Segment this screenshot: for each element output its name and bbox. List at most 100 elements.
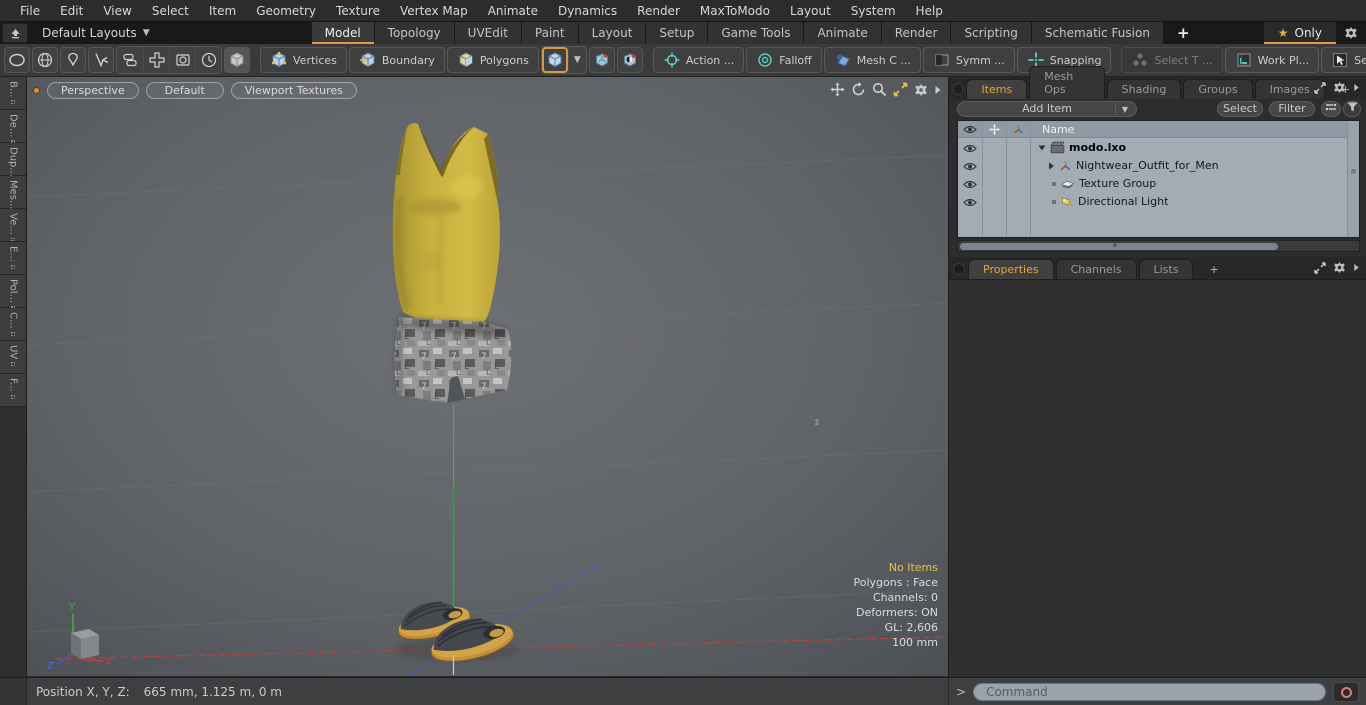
toolbox-tab-deform[interactable]: De...	[0, 110, 26, 143]
menu-texture[interactable]: Texture	[326, 4, 390, 18]
tab-setup[interactable]: Setup	[646, 22, 709, 44]
item-mode-cube-button[interactable]	[224, 47, 250, 73]
toolbox-tab-edge[interactable]: E...	[0, 242, 26, 275]
tab-game-tools[interactable]: Game Tools	[708, 22, 805, 44]
viewport-shading-button[interactable]: Default	[145, 82, 224, 99]
expand-arrow-icon[interactable]	[1048, 162, 1055, 170]
collapse-arrow-icon[interactable]	[1038, 144, 1046, 152]
gear-icon[interactable]	[1333, 261, 1346, 274]
select-through-button[interactable]: Select T ...	[1121, 47, 1223, 73]
region-tool-button[interactable]	[169, 47, 195, 73]
menu-maxtomodo[interactable]: MaxToModo	[690, 4, 780, 18]
vertices-mode-button[interactable]: Vertices	[260, 47, 347, 73]
menu-item[interactable]: Item	[199, 4, 246, 18]
tab-mesh-ops[interactable]: Mesh Ops	[1029, 66, 1105, 99]
item-mode-dropdown-button[interactable]: ▼	[567, 47, 586, 73]
pivot-mode-button[interactable]	[616, 47, 643, 73]
work-plane-button[interactable]: Work Pl...	[1224, 47, 1320, 73]
menu-system[interactable]: System	[841, 4, 906, 18]
menu-render[interactable]: Render	[627, 4, 690, 18]
tab-channels[interactable]: Channels	[1055, 259, 1137, 279]
visibility-eye-icon[interactable]	[963, 162, 977, 171]
tab-properties[interactable]: Properties	[968, 259, 1054, 279]
tab-scripting[interactable]: Scripting	[951, 22, 1032, 44]
gear-icon[interactable]	[1333, 81, 1346, 94]
item-list-horizontal-scrollbar[interactable]	[957, 240, 1360, 252]
toolbox-tab-vertex[interactable]: Ve...	[0, 209, 26, 242]
falloff-button[interactable]: Falloff	[746, 47, 822, 73]
panel-handle-icon[interactable]	[953, 83, 964, 95]
add-item-dropdown[interactable]: Add Item ▼	[957, 101, 1137, 117]
macro-record-button[interactable]	[1333, 682, 1359, 702]
menu-dynamics[interactable]: Dynamics	[548, 4, 627, 18]
orbit-icon[interactable]	[851, 82, 866, 97]
visibility-eye-icon[interactable]	[963, 180, 977, 189]
filter-funnel-button[interactable]	[1343, 101, 1361, 117]
tab-topology[interactable]: Topology	[374, 22, 455, 44]
gear-icon[interactable]	[914, 83, 928, 97]
add-panel-tab-button[interactable]: +	[1195, 260, 1232, 279]
zoom-icon[interactable]	[872, 82, 887, 97]
add-layout-tab-button[interactable]: +	[1164, 22, 1204, 44]
expand-arrow-icon[interactable]	[934, 85, 942, 95]
select-button[interactable]: Select	[1217, 101, 1263, 117]
tab-schematic-fusion[interactable]: Schematic Fusion	[1031, 22, 1164, 44]
action-center-button[interactable]: Action ...	[652, 47, 745, 73]
menu-animate[interactable]: Animate	[478, 4, 548, 18]
tab-paint[interactable]: Paint	[521, 22, 579, 44]
tab-model[interactable]: Model	[311, 22, 375, 44]
tab-render[interactable]: Render	[881, 22, 952, 44]
command-input[interactable]	[973, 683, 1326, 701]
list-options-button[interactable]	[1321, 101, 1341, 117]
boundary-mode-button[interactable]: Boundary	[348, 47, 445, 73]
menu-file[interactable]: File	[10, 4, 50, 18]
tab-items[interactable]: Items	[966, 79, 1028, 99]
layout-up-button[interactable]	[2, 23, 28, 43]
tab-shading[interactable]: Shading	[1106, 79, 1182, 99]
toolbox-tab-mesh[interactable]: Mes...	[0, 176, 26, 215]
viewport-textures-button[interactable]: Viewport Textures	[230, 82, 357, 99]
table-row[interactable]: Texture Group	[958, 175, 1347, 193]
viewport-projection-button[interactable]: Perspective	[47, 82, 139, 99]
expand-arrow-icon[interactable]	[1353, 263, 1360, 272]
menu-select[interactable]: Select	[142, 4, 199, 18]
pan-icon[interactable]	[830, 82, 845, 97]
filter-button[interactable]: Filter	[1269, 101, 1315, 117]
toolbox-tab-uv[interactable]: UV	[0, 341, 26, 374]
tab-layout[interactable]: Layout	[578, 22, 647, 44]
expand-arrow-icon[interactable]	[1353, 83, 1360, 92]
pin-tool-button[interactable]	[60, 47, 86, 73]
menu-edit[interactable]: Edit	[50, 4, 93, 18]
table-row[interactable]: Directional Light	[958, 193, 1347, 211]
extend-tool-button[interactable]	[143, 47, 169, 73]
tab-animate[interactable]: Animate	[804, 22, 882, 44]
tab-lists[interactable]: Lists	[1138, 259, 1194, 279]
tab-groups[interactable]: Groups	[1183, 79, 1253, 99]
time-tool-button[interactable]	[195, 47, 221, 73]
menu-view[interactable]: View	[93, 4, 141, 18]
favorites-only-toggle[interactable]: ★ Only	[1263, 22, 1336, 44]
layoutbar-gear-button[interactable]	[1336, 22, 1366, 44]
menu-layout[interactable]: Layout	[780, 4, 841, 18]
symmetry-button[interactable]: Symm ...	[922, 47, 1015, 73]
item-mode-active-button[interactable]	[542, 47, 568, 73]
toolbox-tab-falloff[interactable]: F...	[0, 374, 26, 407]
viewport-state-dot-icon[interactable]	[33, 87, 40, 94]
center-mode-button[interactable]	[588, 47, 615, 73]
3d-viewport[interactable]: 7 E L	[27, 77, 948, 676]
selection-sets-button[interactable]: Selecti ...	[1321, 47, 1366, 73]
pop-out-icon[interactable]	[1314, 261, 1326, 274]
tab-uvedit[interactable]: UVEdit	[454, 22, 522, 44]
maximize-icon[interactable]	[893, 82, 908, 97]
table-row[interactable]: Nightwear_Outfit_for_Men	[958, 157, 1347, 175]
toolbox-tab-polygon[interactable]: Pol...	[0, 275, 26, 309]
item-list-vertical-scrollbar[interactable]	[1347, 121, 1359, 237]
ellipse-tool-button[interactable]	[4, 47, 30, 73]
sphere-tool-button[interactable]	[32, 47, 58, 73]
lasso-tool-button[interactable]	[88, 47, 114, 73]
menu-help[interactable]: Help	[906, 4, 953, 18]
visibility-eye-icon[interactable]	[963, 144, 977, 153]
mesh-constraints-button[interactable]: Mesh C ...	[823, 47, 921, 73]
layout-preset-dropdown[interactable]: Default Layouts ▼	[30, 22, 162, 44]
visibility-eye-icon[interactable]	[963, 198, 977, 207]
